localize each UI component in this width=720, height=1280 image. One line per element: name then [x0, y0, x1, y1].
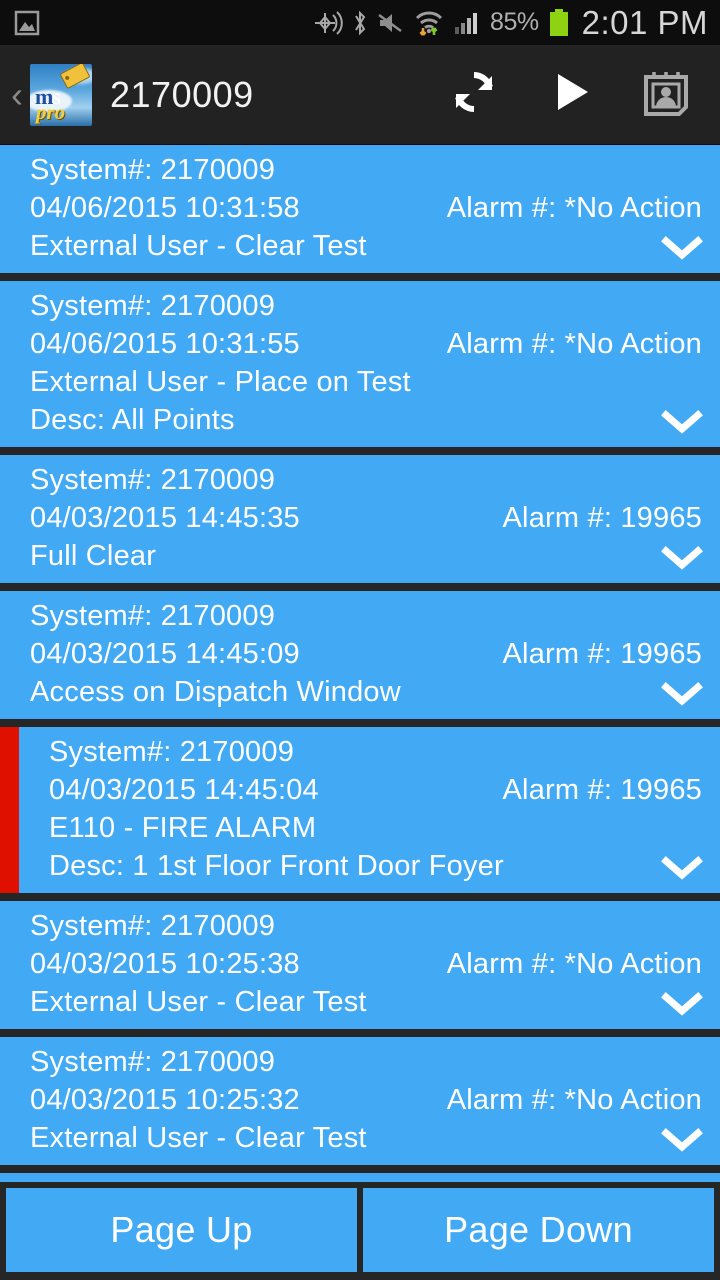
- system-number: System#: 2170009: [30, 1179, 720, 1182]
- app-bar: ‹ ms pro 2170009: [0, 45, 720, 145]
- event-row[interactable]: System#: 217000904/06/2015 10:31:58 Alarm…: [0, 145, 720, 273]
- event-meta: 04/03/2015 14:45:09 Alarm #: 19965: [30, 635, 720, 673]
- page-down-button[interactable]: Page Down: [363, 1188, 714, 1272]
- event-row-body: System#: 217000904/03/2015 14:45:09 Alarm…: [0, 591, 720, 719]
- event-meta: 04/03/2015 10:25:32 Alarm #: *No Action: [30, 1081, 720, 1119]
- pagination-bar: Page Up Page Down: [0, 1182, 720, 1280]
- battery-icon: [548, 8, 570, 38]
- contact-card-button[interactable]: [618, 51, 714, 139]
- alarm-number: Alarm #: 19965: [503, 635, 720, 673]
- event-row[interactable]: System#: 217000904/03/2015 10:25:30Alarm…: [0, 1173, 720, 1182]
- wifi-data-icon: [414, 9, 444, 37]
- event-row[interactable]: System#: 217000904/03/2015 14:45:04 Alarm…: [0, 727, 720, 893]
- event-meta: 04/03/2015 10:25:38 Alarm #: *No Action: [30, 945, 720, 983]
- event-meta: 04/06/2015 10:31:55 Alarm #: *No Action: [30, 325, 720, 363]
- event-row[interactable]: System#: 217000904/03/2015 14:45:35 Alarm…: [0, 455, 720, 583]
- chevron-down-icon[interactable]: [660, 233, 704, 263]
- event-datetime: 04/03/2015 14:45:04: [49, 771, 319, 809]
- event-row-body: System#: 217000904/06/2015 10:31:58 Alarm…: [0, 145, 720, 273]
- event-description: External User - Place on Test: [30, 363, 720, 401]
- event-row-body: System#: 217000904/06/2015 10:31:55 Alarm…: [0, 281, 720, 447]
- battery-percent-label: 85%: [490, 8, 539, 37]
- status-bar: 85% 2:01 PM: [0, 0, 720, 45]
- alarm-number: Alarm #: *No Action: [447, 325, 720, 363]
- play-button[interactable]: [522, 51, 618, 139]
- event-row[interactable]: System#: 217000904/03/2015 14:45:09 Alarm…: [0, 591, 720, 719]
- event-datetime: 04/03/2015 14:45:09: [30, 635, 300, 673]
- system-number: System#: 2170009: [30, 1043, 720, 1081]
- event-description: External User - Clear Test: [30, 227, 720, 265]
- app-logo-icon[interactable]: ms pro: [30, 64, 92, 126]
- contact-card-icon: [641, 66, 691, 123]
- priority-indicator: [0, 727, 19, 893]
- app-bar-actions: [426, 51, 714, 139]
- event-description: External User - Clear Test: [30, 1119, 720, 1157]
- event-meta: 04/06/2015 10:31:58 Alarm #: *No Action: [30, 189, 720, 227]
- app-logo-pro-text: pro: [36, 100, 65, 125]
- event-row-body: System#: 217000904/03/2015 10:25:38 Alarm…: [0, 901, 720, 1029]
- chevron-down-icon[interactable]: [660, 679, 704, 709]
- chevron-down-icon[interactable]: [660, 989, 704, 1019]
- event-description: External User - Clear Test: [30, 983, 720, 1021]
- alarm-number: Alarm #: 19965: [503, 771, 720, 809]
- back-button[interactable]: ‹: [4, 77, 30, 113]
- refresh-button[interactable]: [426, 51, 522, 139]
- image-screenshot-icon: [14, 9, 40, 37]
- system-number: System#: 2170009: [30, 287, 720, 325]
- system-number: System#: 2170009: [30, 461, 720, 499]
- event-meta: 04/03/2015 14:45:04 Alarm #: 19965: [49, 771, 720, 809]
- event-description: Full Clear: [30, 537, 720, 575]
- cellular-signal-icon: [453, 10, 481, 36]
- event-row-body: System#: 217000904/03/2015 10:25:30Alarm…: [0, 1173, 720, 1182]
- event-detail: Desc: All Points: [30, 401, 720, 439]
- event-description: E110 - FIRE ALARM: [49, 809, 720, 847]
- system-number: System#: 2170009: [30, 151, 720, 189]
- event-datetime: 04/06/2015 10:31:55: [30, 325, 300, 363]
- event-row-body: System#: 217000904/03/2015 14:45:04 Alarm…: [19, 727, 720, 893]
- event-datetime: 04/03/2015 14:45:35: [30, 499, 300, 537]
- event-datetime: 04/03/2015 10:25:32: [30, 1081, 300, 1119]
- bluetooth-icon: [352, 10, 368, 36]
- event-row-body: System#: 217000904/03/2015 10:25:32 Alarm…: [0, 1037, 720, 1165]
- event-list[interactable]: System#: 217000904/06/2015 10:31:58Alarm…: [0, 145, 720, 1182]
- refresh-icon: [448, 66, 500, 123]
- alarm-number: Alarm #: *No Action: [447, 945, 720, 983]
- mute-icon: [377, 10, 405, 36]
- event-detail: Desc: 1 1st Floor Front Door Foyer: [49, 847, 720, 885]
- alarm-number: Alarm #: *No Action: [447, 1081, 720, 1119]
- system-number: System#: 2170009: [30, 907, 720, 945]
- event-row[interactable]: System#: 217000904/03/2015 10:25:32 Alarm…: [0, 1037, 720, 1165]
- nfc-beam-icon: [311, 10, 343, 36]
- chevron-down-icon[interactable]: [660, 407, 704, 437]
- system-number: System#: 2170009: [30, 597, 720, 635]
- chevron-down-icon[interactable]: [660, 853, 704, 883]
- event-description: Access on Dispatch Window: [30, 673, 720, 711]
- page-up-button[interactable]: Page Up: [6, 1188, 357, 1272]
- event-meta: 04/03/2015 14:45:35 Alarm #: 19965: [30, 499, 720, 537]
- event-datetime: 04/03/2015 10:25:38: [30, 945, 300, 983]
- event-datetime: 04/06/2015 10:31:58: [30, 189, 300, 227]
- app-screen: 85% 2:01 PM ‹ ms pro 2170009: [0, 0, 720, 1280]
- chevron-down-icon[interactable]: [660, 1125, 704, 1155]
- alarm-number: Alarm #: *No Action: [447, 189, 720, 227]
- alarm-number: Alarm #: 19965: [503, 499, 720, 537]
- play-icon: [544, 66, 596, 123]
- page-title: 2170009: [110, 74, 254, 116]
- system-number: System#: 2170009: [49, 733, 720, 771]
- chevron-down-icon[interactable]: [660, 543, 704, 573]
- clock-label: 2:01 PM: [582, 4, 708, 42]
- event-row[interactable]: System#: 217000904/06/2015 10:31:55 Alarm…: [0, 281, 720, 447]
- event-row-body: System#: 217000904/03/2015 14:45:35 Alarm…: [0, 455, 720, 583]
- event-row[interactable]: System#: 217000904/03/2015 10:25:38 Alarm…: [0, 901, 720, 1029]
